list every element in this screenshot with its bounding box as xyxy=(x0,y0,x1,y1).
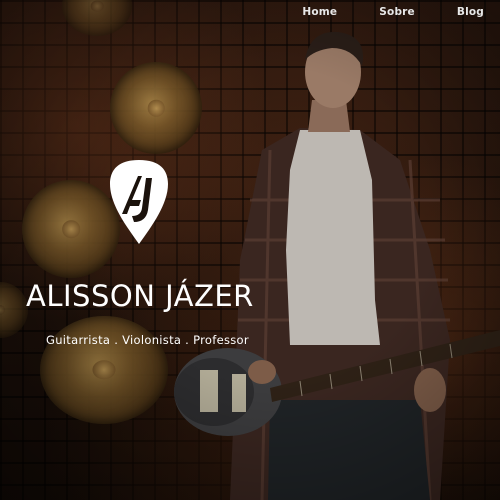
hero-section: Home Sobre Blog ALISSON JÁZER Guitarrist… xyxy=(0,0,500,500)
guitarist-photo xyxy=(174,31,500,500)
nav-sobre-link[interactable]: Sobre xyxy=(379,6,415,18)
artist-tagline: Guitarrista . Violonista . Professor xyxy=(46,333,249,347)
guitar-pick-logo-icon xyxy=(110,160,168,244)
nav-blog-link[interactable]: Blog xyxy=(457,6,484,18)
t-shirt xyxy=(286,130,380,345)
jeans xyxy=(268,400,430,500)
nav-home-link[interactable]: Home xyxy=(302,6,337,18)
artist-name-title: ALISSON JÁZER xyxy=(26,279,254,313)
hand xyxy=(414,368,446,412)
main-navigation: Home Sobre Blog xyxy=(302,6,484,18)
